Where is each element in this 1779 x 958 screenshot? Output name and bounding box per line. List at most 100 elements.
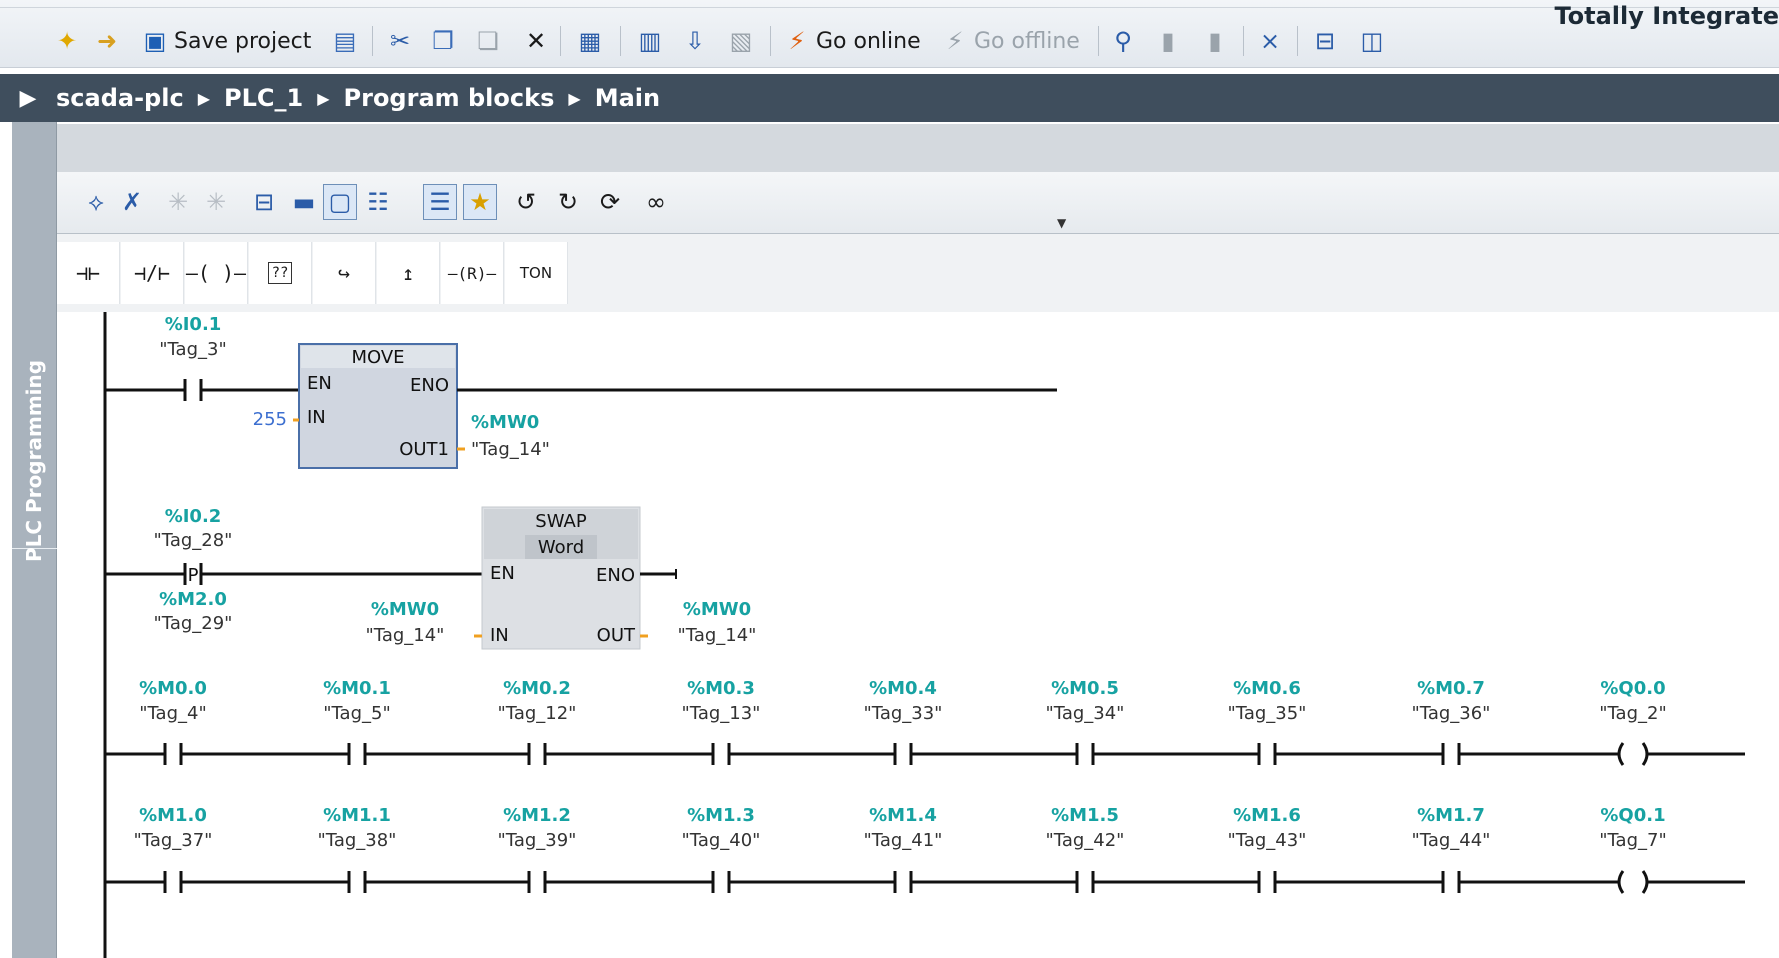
swap-pin-out: OUT — [597, 625, 636, 646]
swap-block-title: SWAP — [535, 511, 587, 532]
network3-contact-tag: "Tag_35" — [1228, 703, 1307, 724]
compile-icon: ▦ — [578, 27, 602, 55]
go-online-label: Go online — [816, 28, 921, 54]
insert-row-button[interactable]: ✳ — [161, 184, 195, 220]
empty-box-icon: ?? — [267, 262, 293, 284]
breadcrumb-item-project[interactable]: scada-plc — [56, 84, 184, 112]
accessible-devices-button[interactable]: ⚲ — [1108, 24, 1138, 58]
operands-icon: ☷ — [367, 188, 389, 216]
delete-network-button[interactable]: ✗ — [115, 184, 149, 220]
network4-contact-tag: "Tag_41" — [864, 830, 943, 851]
ladder-editor-canvas[interactable]: %I0.1 "Tag_3" MOVE EN ENO IN OUT1 255 %MW0 "Tag_1… — [57, 312, 1779, 958]
delete-button[interactable]: ✕ — [521, 24, 551, 58]
go-offline-button[interactable]: ⚡ Go offline — [940, 24, 1080, 58]
editor-header-band — [57, 124, 1779, 172]
chevron-down-icon[interactable]: ▼ — [1057, 216, 1066, 230]
compile-button[interactable]: ▦ — [575, 24, 605, 58]
split-horizontal-icon: ⊟ — [1314, 27, 1336, 55]
network2-p-contact-symbol: P — [188, 565, 199, 586]
network3-contact-tag: "Tag_5" — [323, 703, 390, 724]
network4-contact-gap — [714, 879, 728, 885]
network4-contact-gap — [350, 879, 364, 885]
cut-button[interactable]: ✂ — [385, 24, 415, 58]
error-next-icon: ↺ — [515, 188, 537, 216]
ton-timer-button[interactable]: TON — [505, 242, 568, 304]
paste-button[interactable]: ❏ — [473, 24, 503, 58]
upload-button[interactable]: ⇩ — [680, 24, 710, 58]
network3-contact-tag: "Tag_4" — [139, 703, 206, 724]
reset-coil-letter: R — [467, 263, 477, 283]
save-project-button[interactable]: ▣ Save project — [140, 24, 312, 58]
network4-contact-address: %M1.4 — [869, 805, 937, 826]
network4-contact-tag: "Tag_44" — [1412, 830, 1491, 851]
toolbar-separator — [372, 26, 373, 56]
cross-reference-icon: ⨯ — [1259, 27, 1281, 55]
ton-label: TON — [519, 264, 553, 282]
network3-contact-tag: "Tag_13" — [682, 703, 761, 724]
sidebar-tab[interactable]: PLC Programming — [12, 122, 57, 958]
show-favorites-button[interactable]: ☰ — [423, 184, 457, 220]
network3-contact-address: %M0.0 — [139, 678, 207, 699]
breadcrumb-item-main[interactable]: Main — [595, 84, 660, 112]
sidebar-title: PLC Programming — [22, 359, 46, 562]
split-vertical-icon: ◫ — [1360, 27, 1384, 55]
scissors-icon: ✂ — [389, 27, 411, 55]
cross-reference-button[interactable]: ⨯ — [1255, 24, 1285, 58]
network3-contact-address: %M0.5 — [1051, 678, 1119, 699]
paste-icon: ❏ — [477, 27, 499, 55]
copy-button[interactable]: ❐ — [428, 24, 458, 58]
insert-network-button[interactable]: ⟡ — [79, 184, 113, 220]
network3-contact-gap — [1260, 751, 1274, 757]
update-icon: ⟳ — [599, 188, 621, 216]
favorites-list-icon: ☰ — [429, 188, 451, 216]
start-cpu-button[interactable]: ▮ — [1153, 24, 1183, 58]
open-project-button[interactable]: ➜ — [92, 24, 122, 58]
close-branch-button[interactable]: ↥ — [377, 242, 440, 304]
network3-contact-address: %M0.3 — [687, 678, 755, 699]
stop-cpu-button[interactable]: ▮ — [1200, 24, 1230, 58]
move-pin-out1: OUT1 — [399, 439, 449, 460]
split-vertical-button[interactable]: ◫ — [1357, 24, 1387, 58]
output-coil-button[interactable]: –( )– — [185, 242, 248, 304]
network3-contact-address: %M0.2 — [503, 678, 571, 699]
close-all-networks-button[interactable]: ▬ — [287, 184, 321, 220]
network-comments-button[interactable]: ▢ — [323, 184, 357, 220]
go-to-error-button[interactable]: ↺ — [509, 184, 543, 220]
move-out-tag: "Tag_14" — [471, 439, 550, 460]
add-row-button[interactable]: ✳ — [199, 184, 233, 220]
network3-contact-gap — [350, 751, 364, 757]
go-to-previous-error-button[interactable]: ↻ — [551, 184, 585, 220]
empty-box-button[interactable]: ?? — [249, 242, 312, 304]
monitoring-button[interactable]: ∞ — [639, 184, 673, 220]
new-project-button[interactable]: ✦ — [52, 24, 82, 58]
normally-closed-contact-button[interactable]: ⊣/⊢ — [121, 242, 184, 304]
normally-open-contact-button[interactable]: ⊣⊢ — [57, 242, 120, 304]
reset-coil-button[interactable]: –(R)– — [441, 242, 504, 304]
favorites-star-button[interactable]: ★ — [463, 184, 497, 220]
breadcrumb-item-plc[interactable]: PLC_1 — [224, 84, 303, 112]
open-branch-button[interactable]: ↪ — [313, 242, 376, 304]
network4-contact-address: %M1.6 — [1233, 805, 1301, 826]
toolbar-top-line — [0, 0, 1779, 8]
download-button[interactable]: ▥ — [635, 24, 665, 58]
print-button[interactable]: ▤ — [330, 24, 360, 58]
absolute-operands-button[interactable]: ☷ — [361, 184, 395, 220]
expand-arrow-icon[interactable]: ▶ — [0, 86, 56, 111]
split-horizontal-button[interactable]: ⊟ — [1310, 24, 1340, 58]
network4-coil-address: %Q0.1 — [1600, 805, 1665, 826]
network3-contact-address: %M0.1 — [323, 678, 391, 699]
network4-contact-tag: "Tag_42" — [1046, 830, 1125, 851]
open-all-networks-button[interactable]: ⊟ — [247, 184, 281, 220]
coil-icon: –( )– — [185, 261, 247, 285]
network3-contact-gap — [166, 751, 180, 757]
save-disk-icon: ▣ — [143, 27, 167, 55]
network4-contact-tag: "Tag_37" — [134, 830, 213, 851]
network3-contact-address: %M0.7 — [1417, 678, 1485, 699]
network4-contact-gap — [1260, 879, 1274, 885]
swap-in-tag: "Tag_14" — [366, 625, 445, 646]
update-calls-button[interactable]: ⟳ — [593, 184, 627, 220]
simulation-button[interactable]: ▧ — [726, 24, 756, 58]
breadcrumb-item-program-blocks[interactable]: Program blocks — [344, 84, 555, 112]
network4-contact-gap — [1444, 879, 1458, 885]
go-online-button[interactable]: ⚡ Go online — [782, 24, 921, 58]
